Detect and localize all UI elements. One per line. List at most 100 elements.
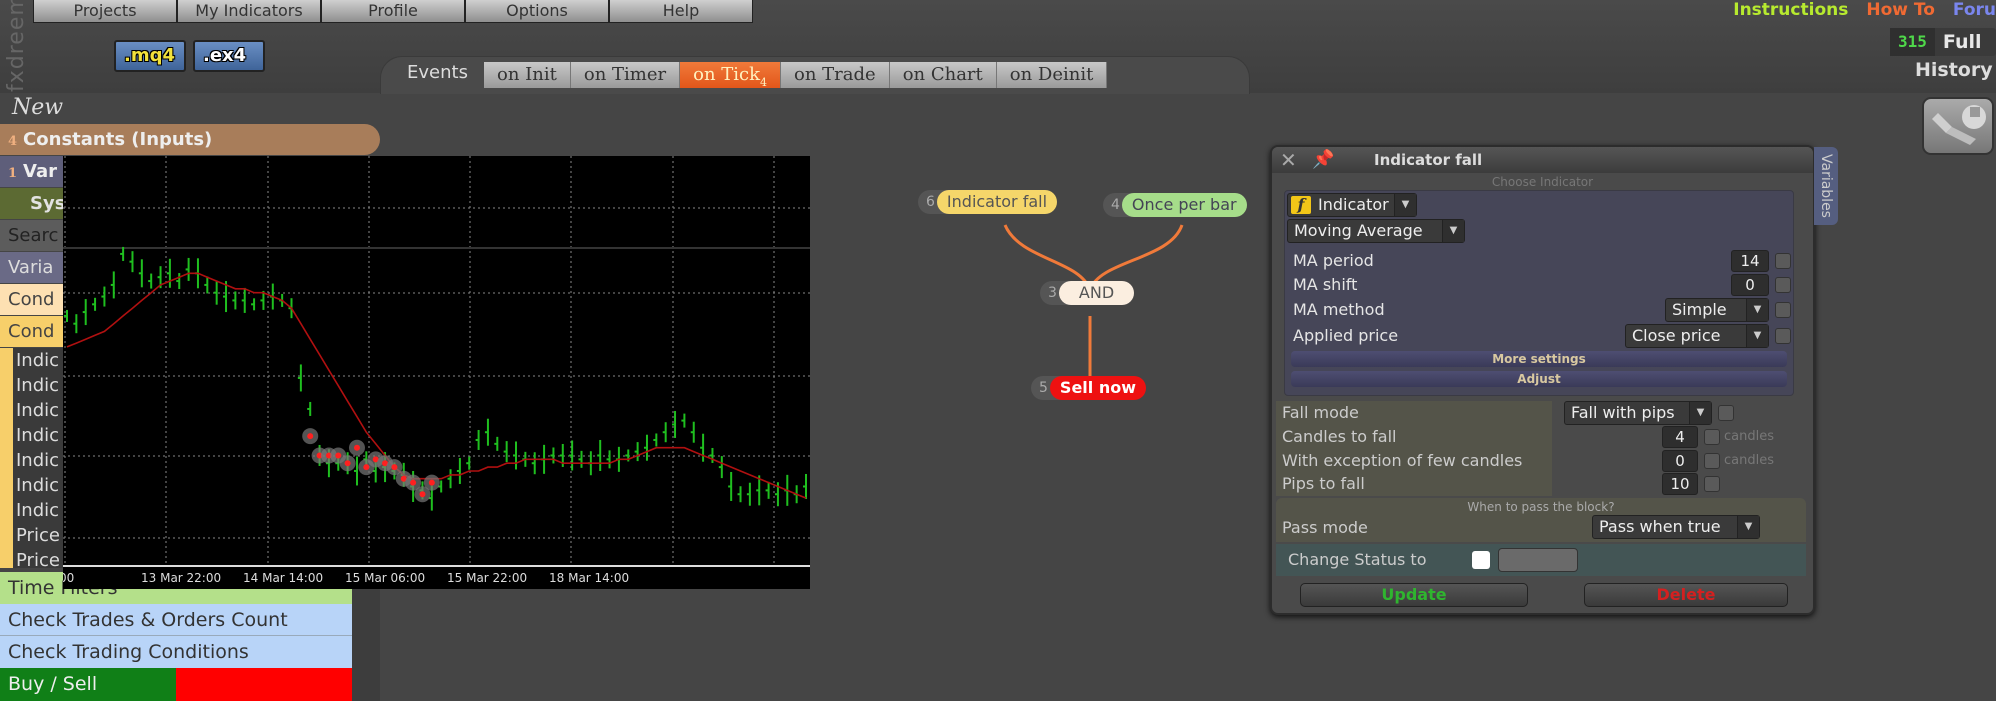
sell-color-swatch — [176, 668, 352, 701]
x-tick-label: 15 Mar 06:00 — [345, 571, 425, 585]
variables-tab[interactable]: Variables — [1814, 147, 1838, 225]
change-status-box: Change Status to — [1276, 544, 1806, 576]
menu-help[interactable]: Help — [609, 0, 753, 23]
indicator-type-dropdown[interactable]: f Indicator ▼ — [1287, 193, 1417, 217]
sidebar-constants[interactable]: 4 Constants (Inputs) — [0, 124, 380, 155]
fall-mode-dropdown[interactable]: Fall with pips ▼ — [1564, 401, 1712, 425]
howto-link[interactable]: How To — [1866, 0, 1935, 20]
applied-price-checkbox[interactable] — [1775, 328, 1791, 344]
x-tick-label: 14 Mar 14:00 — [243, 571, 323, 585]
change-status-input[interactable] — [1498, 548, 1578, 572]
tab-on-tick[interactable]: on Tick4 — [680, 62, 782, 89]
flow-node-and[interactable]: 3 AND — [1040, 281, 1135, 305]
tab-on-chart[interactable]: on Chart — [889, 62, 997, 88]
settings-wrench-button[interactable] — [1922, 97, 1994, 155]
x-tick-label: 18 Mar 14:00 — [549, 571, 629, 585]
exception-checkbox[interactable] — [1704, 453, 1720, 469]
flow-node-sell-now[interactable]: 5 Sell now — [1031, 376, 1146, 400]
tab-label: on Deinit — [1009, 64, 1094, 85]
tab-on-timer[interactable]: on Timer — [570, 62, 681, 88]
pass-mode-label: Pass mode — [1282, 518, 1368, 537]
export-mq4-button[interactable]: .mq4 — [114, 40, 186, 72]
sell-signal-marker — [410, 479, 417, 486]
x-tick-label: 15 Mar 22:00 — [447, 571, 527, 585]
candles-to-fall-input[interactable]: 4 — [1662, 426, 1698, 448]
ma-period-checkbox[interactable] — [1775, 253, 1791, 269]
sell-signal-marker — [419, 491, 426, 498]
update-button[interactable]: Update — [1300, 583, 1528, 607]
instructions-link[interactable]: Instructions — [1733, 0, 1848, 20]
adjust-button[interactable]: Adjust — [1291, 371, 1787, 387]
dialog-title: Indicator fall — [1374, 151, 1483, 169]
tab-label: on Chart — [902, 64, 983, 85]
sell-signal-marker — [391, 464, 398, 471]
variables-label: Var — [23, 161, 58, 182]
flow-node-indicator-fall[interactable]: 6 Indicator fall — [918, 190, 1058, 214]
sell-signal-marker — [307, 433, 314, 440]
change-status-checkbox[interactable] — [1472, 551, 1490, 569]
tab-on-deinit[interactable]: on Deinit — [996, 62, 1108, 88]
ma-method-value: Simple — [1672, 300, 1727, 319]
price-chart: :00 13 Mar 22:00 14 Mar 14:00 15 Mar 06:00 1… — [63, 156, 810, 589]
function-icon: f — [1291, 196, 1311, 214]
pips-to-fall-label: Pips to fall — [1282, 474, 1365, 493]
fall-mode-checkbox[interactable] — [1718, 405, 1734, 421]
exception-input[interactable]: 0 — [1662, 450, 1698, 472]
ma-method-dropdown[interactable]: Simple ▼ — [1665, 298, 1769, 322]
param-label-ma-period: MA period — [1293, 251, 1374, 270]
chevron-down-icon: ▼ — [1737, 516, 1759, 538]
new-label[interactable]: New — [12, 95, 63, 120]
pass-mode-dropdown[interactable]: Pass when true ▼ — [1592, 515, 1760, 539]
build-counter[interactable]: 315 Full — [1890, 28, 1996, 56]
sidebar-check-trades[interactable]: Check Trades & Orders Count — [0, 604, 352, 636]
chevron-down-icon: ▼ — [1442, 220, 1464, 242]
indicator-name-dropdown[interactable]: Moving Average ▼ — [1287, 219, 1465, 243]
close-icon[interactable]: ✕ — [1280, 147, 1297, 173]
constants-count: 4 — [8, 134, 18, 149]
menu-profile[interactable]: Profile — [321, 0, 465, 23]
candles-to-fall-label: Candles to fall — [1282, 427, 1397, 446]
pin-icon[interactable]: 📌 — [1312, 147, 1334, 173]
sell-signal-marker — [344, 460, 351, 467]
ma-shift-input[interactable]: 0 — [1731, 274, 1769, 296]
applied-price-dropdown[interactable]: Close price ▼ — [1625, 324, 1769, 348]
history-link[interactable]: History — [1915, 59, 1993, 81]
delete-button[interactable]: Delete — [1584, 583, 1788, 607]
tab-on-init[interactable]: on Init — [484, 62, 571, 88]
menu-projects[interactable]: Projects — [33, 0, 177, 23]
block-settings-dialog: ✕ 📌 Indicator fall Choose Indicator f In… — [1270, 145, 1815, 615]
node-label: Indicator fall — [936, 190, 1058, 214]
app-logo: fxdreema — [4, 0, 29, 92]
chevron-down-icon: ▼ — [1746, 299, 1768, 321]
sidebar-check-conditions[interactable]: Check Trading Conditions — [0, 636, 352, 668]
param-label-ma-method: MA method — [1293, 300, 1385, 319]
dialog-titlebar[interactable]: ✕ 📌 Indicator fall — [1272, 147, 1813, 173]
pass-mode-value: Pass when true — [1599, 517, 1721, 536]
tab-label: on Timer — [583, 64, 667, 85]
change-status-label: Change Status to — [1288, 550, 1427, 569]
sell-signal-marker — [335, 452, 342, 459]
pips-to-fall-checkbox[interactable] — [1704, 476, 1720, 492]
more-settings-button[interactable]: More settings — [1291, 351, 1787, 367]
ma-method-checkbox[interactable] — [1775, 302, 1791, 318]
forum-link[interactable]: Foru — [1953, 0, 1996, 20]
menu-my-indicators[interactable]: My Indicators — [177, 0, 321, 23]
candles-to-fall-checkbox[interactable] — [1704, 429, 1720, 445]
ma-shift-checkbox[interactable] — [1775, 277, 1791, 293]
ma-period-input[interactable]: 14 — [1731, 250, 1769, 272]
tab-on-trade[interactable]: on Trade — [781, 62, 890, 88]
export-ex4-button[interactable]: .ex4 — [193, 40, 265, 72]
chart-svg: :00 13 Mar 22:00 14 Mar 14:00 15 Mar 06:00 1… — [63, 156, 810, 585]
node-label: Sell now — [1049, 376, 1146, 400]
variables-count: 1 — [8, 166, 18, 181]
indicator-name-value: Moving Average — [1294, 221, 1423, 240]
pips-to-fall-input[interactable]: 10 — [1662, 473, 1698, 495]
sidebar-buy-sell[interactable]: Buy / Sell — [0, 668, 352, 701]
flow-node-once-per-bar[interactable]: 4 Once per bar — [1103, 193, 1247, 217]
tab-label: on Tick — [693, 64, 761, 85]
param-label-ma-shift: MA shift — [1293, 275, 1358, 294]
menu-options[interactable]: Options — [465, 0, 609, 23]
node-label: Once per bar — [1121, 193, 1247, 217]
indicator-type-value: Indicator — [1318, 195, 1389, 214]
sidebar-resize-handle[interactable] — [352, 572, 380, 701]
